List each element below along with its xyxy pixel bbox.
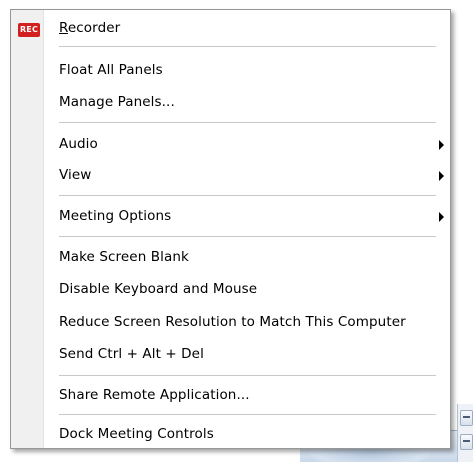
menu-item-send-ctrl-alt-del[interactable]: Send Ctrl + Alt + Del <box>11 343 450 367</box>
menu-item-manage-panels[interactable]: Manage Panels... <box>11 91 450 115</box>
menu-item-make-screen-blank[interactable]: Make Screen Blank <box>11 246 450 270</box>
menu-item-recorder[interactable]: REC Recorder <box>11 17 450 41</box>
menu-item-label: Disable Keyboard and Mouse <box>59 281 258 297</box>
scroll-down-button[interactable] <box>460 434 473 450</box>
menu-item-view[interactable]: View <box>11 164 450 188</box>
menu-item-label: Audio <box>59 136 98 152</box>
menu-item-label: Float All Panels <box>59 62 163 78</box>
menu-item-label: Meeting Options <box>59 208 172 224</box>
menu-item-recorder-mnemonic: R <box>59 20 68 36</box>
record-icon: REC <box>18 23 40 37</box>
menu-separator <box>59 195 436 197</box>
menu-item-recorder-label-rest: ecorder <box>67 20 121 36</box>
menu-item-reduce-screen-resolution[interactable]: Reduce Screen Resolution to Match This C… <box>11 311 450 335</box>
menu-item-label: Reduce Screen Resolution to Match This C… <box>59 314 406 330</box>
menu-item-label: Dock Meeting Controls <box>59 426 214 442</box>
menu-item-label: View <box>59 167 92 183</box>
screen: REC Recorder Float All Panels Manage Pan… <box>0 0 473 462</box>
menu-item-share-remote-application[interactable]: Share Remote Application... <box>11 384 450 408</box>
background-scrollbar[interactable] <box>457 404 473 462</box>
menu-item-meeting-options[interactable]: Meeting Options <box>11 205 450 229</box>
menu-item-float-all-panels[interactable]: Float All Panels <box>11 59 450 83</box>
menu-separator <box>59 375 436 377</box>
menu-separator <box>59 122 436 124</box>
menu-item-label: Manage Panels... <box>59 94 175 110</box>
menu-item-label: Make Screen Blank <box>59 249 189 265</box>
menu-separator <box>59 236 436 238</box>
menu-item-audio[interactable]: Audio <box>11 133 450 157</box>
menu-item-label: Share Remote Application... <box>59 387 250 403</box>
context-menu: REC Recorder Float All Panels Manage Pan… <box>10 9 451 449</box>
submenu-arrow-icon <box>439 140 444 150</box>
menu-item-disable-keyboard-mouse[interactable]: Disable Keyboard and Mouse <box>11 278 450 302</box>
scroll-up-button[interactable] <box>460 410 473 426</box>
menu-item-label: Send Ctrl + Alt + Del <box>59 346 204 362</box>
menu-separator <box>59 414 436 416</box>
menu-separator <box>59 46 436 48</box>
menu-item-dock-meeting-controls[interactable]: Dock Meeting Controls <box>11 423 450 447</box>
menu-item-recorder-label: Recorder <box>59 20 120 36</box>
submenu-arrow-icon <box>439 171 444 181</box>
submenu-arrow-icon <box>439 212 444 222</box>
